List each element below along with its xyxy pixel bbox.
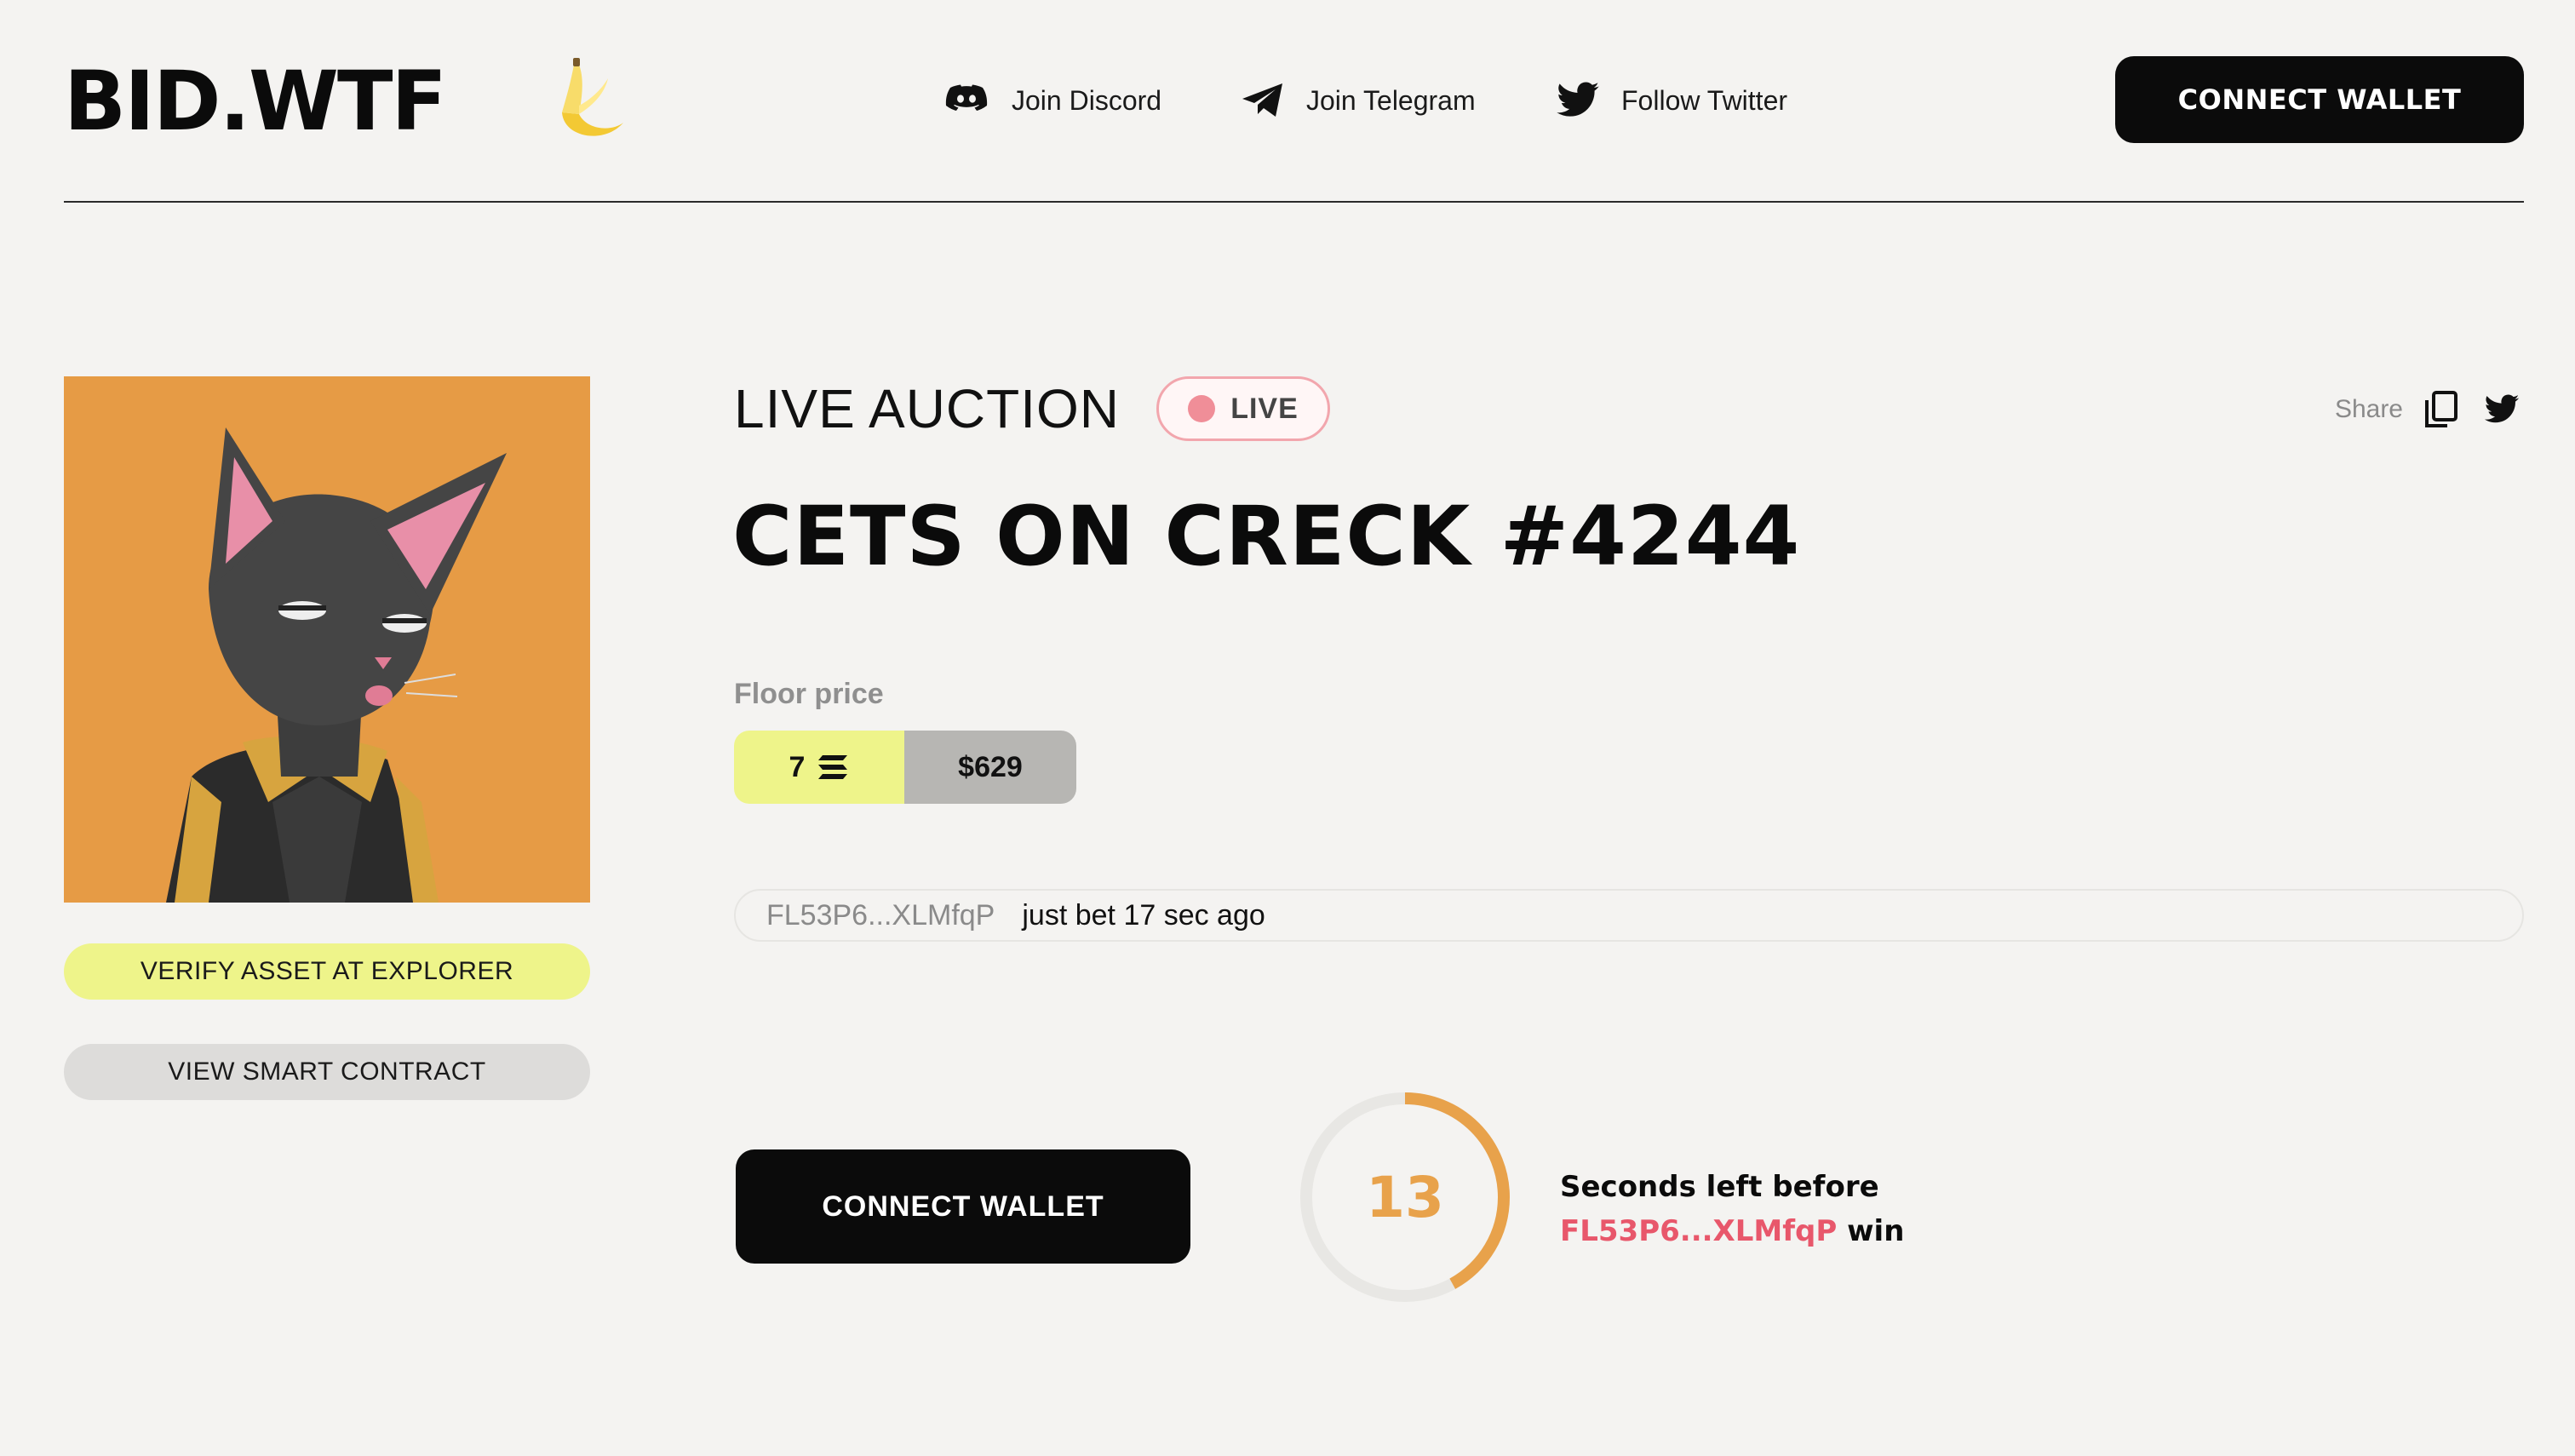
timer-caption-line1: Seconds left before <box>1560 1170 1879 1204</box>
leading-bidder-address: FL53P6...XLMfqP <box>1560 1214 1838 1248</box>
logo[interactable]: BID.WTF <box>64 54 447 148</box>
timer-caption-line2: FL53P6...XLMfqP win <box>1560 1209 1904 1253</box>
twitter-share-icon[interactable] <box>2480 391 2524 428</box>
auction-item-title: CETS ON CRECK #4244 <box>732 489 1801 584</box>
nav-label: Follow Twitter <box>1621 84 1788 116</box>
floor-price-sol: 7 <box>734 731 904 804</box>
bid-activity-text: just bet 17 sec ago <box>1022 898 1265 931</box>
nft-image <box>64 376 590 903</box>
banana-icon <box>562 58 623 136</box>
share-label: Share <box>2334 395 2403 423</box>
nav-label: Join Telegram <box>1306 84 1476 116</box>
header-divider <box>64 201 2524 203</box>
bidder-address: FL53P6...XLMfqP <box>766 898 995 931</box>
header-connect-wallet-button[interactable]: CONNECT WALLET <box>2115 56 2524 143</box>
header: BID.WTF Join Discord Join Telegram Follo… <box>0 0 2575 203</box>
nav-label: Join Discord <box>1012 84 1162 116</box>
share-bar: Share <box>2335 388 2524 431</box>
copy-icon[interactable] <box>2423 390 2459 429</box>
twitter-icon <box>1557 82 1599 117</box>
floor-price-label: Floor price <box>734 678 884 710</box>
live-badge-label: LIVE <box>1230 392 1299 425</box>
discord-icon <box>945 84 988 111</box>
timer-caption-suffix: win <box>1847 1214 1905 1248</box>
live-dot-icon <box>1188 395 1216 422</box>
nav-join-telegram[interactable]: Join Telegram <box>1240 73 1476 128</box>
floor-price-usd: $629 <box>904 731 1076 804</box>
connect-wallet-button[interactable]: CONNECT WALLET <box>736 1149 1190 1264</box>
solana-icon <box>818 755 848 779</box>
floor-price: 7 $629 <box>734 731 1076 804</box>
nav-join-discord[interactable]: Join Discord <box>945 73 1161 128</box>
nav-follow-twitter[interactable]: Follow Twitter <box>1555 73 1787 128</box>
countdown-timer: 13 <box>1298 1090 1512 1304</box>
verify-asset-button[interactable]: VERIFY ASSET AT EXPLORER <box>64 943 590 1000</box>
telegram-icon <box>1242 83 1282 117</box>
bid-activity: FL53P6...XLMfqP just bet 17 sec ago <box>734 889 2524 942</box>
timer-caption: Seconds left before FL53P6...XLMfqP win <box>1560 1165 1904 1253</box>
view-contract-button[interactable]: VIEW SMART CONTRACT <box>64 1044 590 1100</box>
cat-illustration <box>64 376 590 903</box>
section-label: LIVE AUCTION <box>734 378 1120 439</box>
live-badge: LIVE <box>1156 376 1330 441</box>
floor-price-sol-value: 7 <box>789 750 806 783</box>
timer-value: 13 <box>1366 1164 1444 1230</box>
